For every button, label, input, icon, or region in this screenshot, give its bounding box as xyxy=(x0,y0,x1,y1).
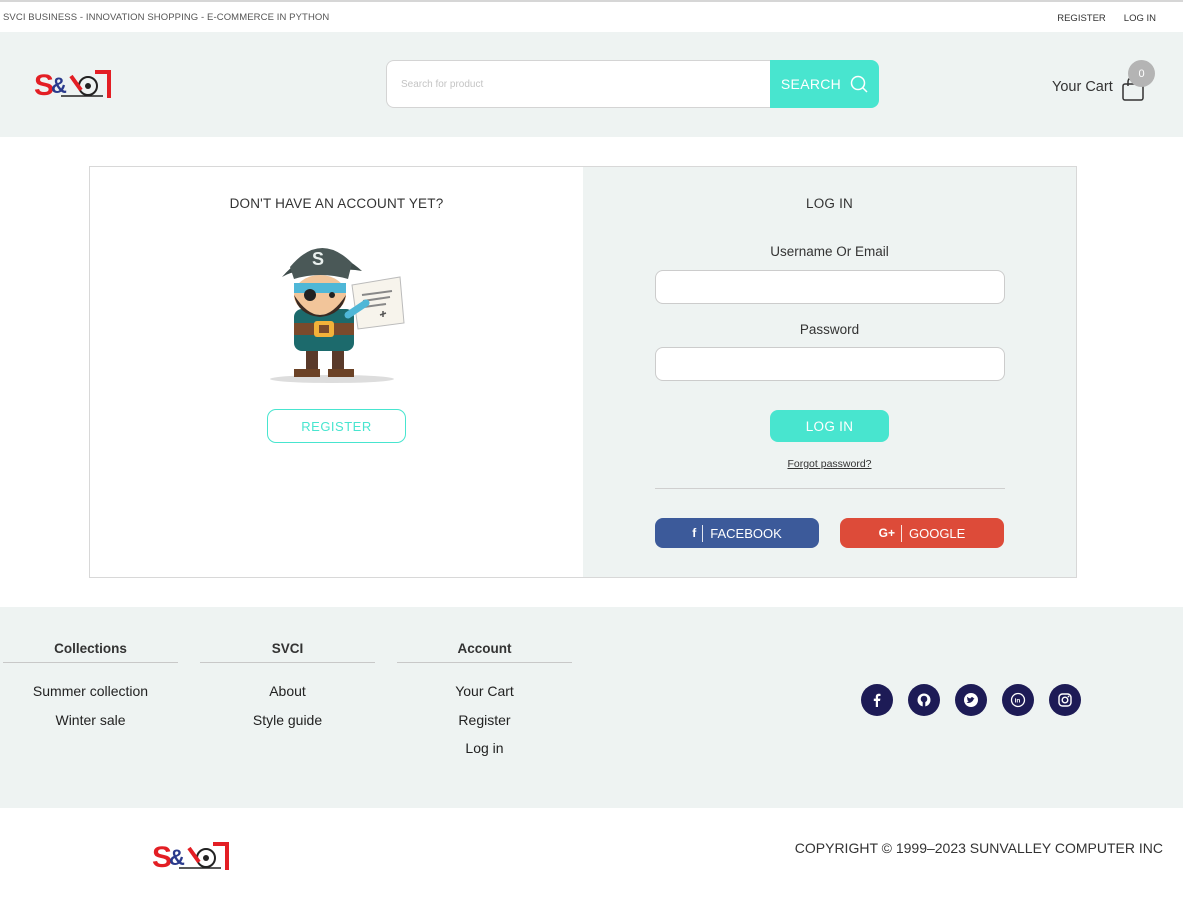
login-button[interactable]: LOG IN xyxy=(770,410,889,442)
footer-link[interactable]: Log in xyxy=(397,740,572,757)
footer-link[interactable]: Winter sale xyxy=(3,712,178,729)
footer: Collections Summer collection Winter sal… xyxy=(0,607,1183,808)
google-label: GOOGLE xyxy=(908,525,966,541)
register-heading: DON'T HAVE AN ACCOUNT YET? xyxy=(229,196,444,211)
site-tagline: SVCI BUSINESS - INNOVATION SHOPPING - E-… xyxy=(3,12,330,23)
footer-link[interactable]: Register xyxy=(397,712,572,729)
login-section: LOG IN Username Or Email Password LOG IN… xyxy=(583,167,1076,577)
register-section: DON'T HAVE AN ACCOUNT YET? S REGISTER xyxy=(90,167,583,577)
password-input[interactable] xyxy=(655,347,1005,381)
cart-count-badge: 0 xyxy=(1128,60,1155,87)
footer-link[interactable]: Style guide xyxy=(200,712,375,729)
search-input[interactable] xyxy=(386,60,770,108)
search-button[interactable]: SEARCH xyxy=(770,60,879,108)
top-register-link[interactable]: REGISTER xyxy=(1057,13,1106,24)
cart-label: Your Cart xyxy=(1052,79,1113,95)
google-login-button[interactable]: G+ GOOGLE xyxy=(840,518,1004,548)
search-button-label: SEARCH xyxy=(780,76,842,92)
auth-panel: DON'T HAVE AN ACCOUNT YET? S REGISTER LO… xyxy=(89,166,1077,578)
footer-link[interactable]: Your Cart xyxy=(397,683,572,700)
top-login-link[interactable]: LOG IN xyxy=(1124,13,1156,24)
footer-col-title: SVCI xyxy=(200,641,375,663)
search-bar: SEARCH xyxy=(386,60,879,108)
facebook-label: FACEBOOK xyxy=(710,525,782,541)
facebook-icon: f xyxy=(692,524,704,542)
register-button[interactable]: REGISTER xyxy=(267,409,406,443)
svg-text:&: & xyxy=(169,845,185,870)
instagram-icon[interactable] xyxy=(1049,684,1081,716)
svg-text:S: S xyxy=(312,249,324,269)
footer-col-collections: Collections Summer collection Winter sal… xyxy=(3,641,178,728)
linkedin-icon[interactable]: in xyxy=(1002,684,1034,716)
svg-text:in: in xyxy=(1015,698,1021,705)
login-heading: LOG IN xyxy=(806,196,853,211)
footer-link[interactable]: About xyxy=(200,683,375,700)
footer-col-title: Collections xyxy=(3,641,178,663)
bottom-bar: S & COPYRIGHT © 1999–2023 SUNVALLEY COMP… xyxy=(0,808,1183,898)
divider xyxy=(655,488,1005,489)
facebook-icon[interactable] xyxy=(861,684,893,716)
forgot-password-link[interactable]: Forgot password? xyxy=(583,458,1076,470)
footer-link[interactable]: Summer collection xyxy=(3,683,178,700)
github-icon[interactable] xyxy=(908,684,940,716)
facebook-login-button[interactable]: f FACEBOOK xyxy=(655,518,819,548)
footer-col-title: Account xyxy=(397,641,572,663)
site-logo[interactable]: S & xyxy=(33,66,111,102)
google-plus-icon: G+ xyxy=(879,524,902,542)
footer-col-svci: SVCI About Style guide xyxy=(200,641,375,728)
password-label: Password xyxy=(799,322,860,337)
username-label: Username Or Email xyxy=(770,244,889,259)
header: S & SEARCH Your Cart 0 xyxy=(0,32,1183,137)
username-input[interactable] xyxy=(655,270,1005,304)
copyright-text: COPYRIGHT © 1999–2023 SUNVALLEY COMPUTER… xyxy=(794,840,1163,856)
twitter-icon[interactable] xyxy=(955,684,987,716)
top-bar: SVCI BUSINESS - INNOVATION SHOPPING - E-… xyxy=(0,0,1183,32)
footer-col-account: Account Your Cart Register Log in xyxy=(397,641,572,757)
footer-logo[interactable]: S & xyxy=(151,838,229,874)
search-icon xyxy=(850,75,868,93)
top-links: REGISTER LOG IN xyxy=(1057,13,1156,24)
pirate-mascot-illustration: S xyxy=(270,247,405,383)
social-links: in xyxy=(861,684,1081,716)
svg-text:&: & xyxy=(51,73,67,98)
cart-link[interactable]: Your Cart 0 xyxy=(1052,60,1162,110)
